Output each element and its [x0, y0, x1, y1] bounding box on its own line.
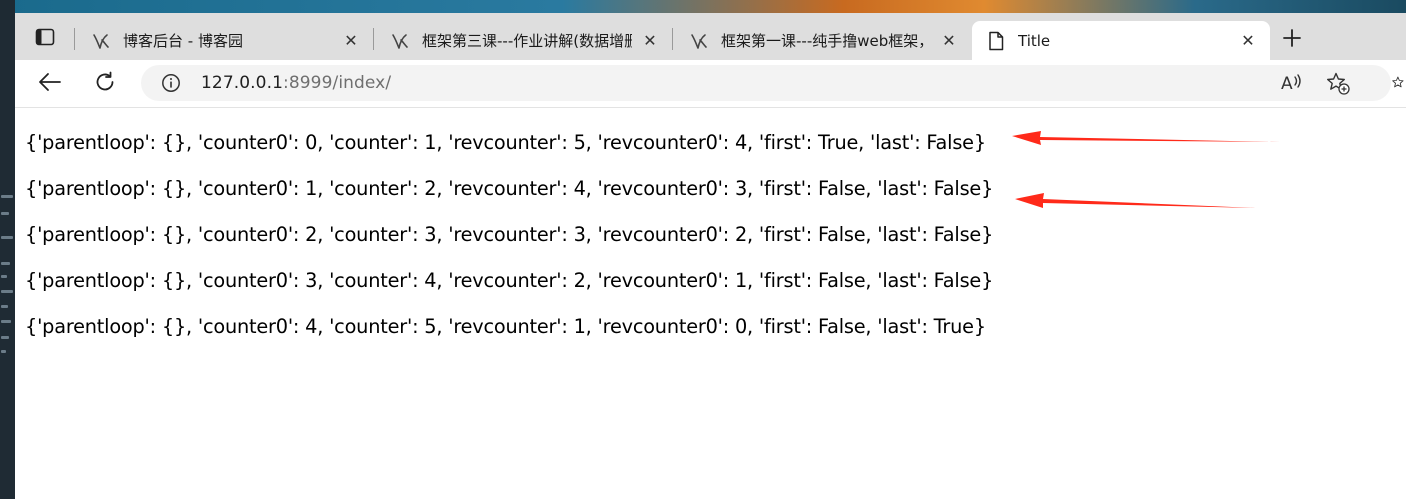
red-arrow-icon [1015, 193, 1256, 208]
red-arrow-icon [1012, 131, 1280, 145]
annotation-arrows [1012, 131, 1280, 208]
